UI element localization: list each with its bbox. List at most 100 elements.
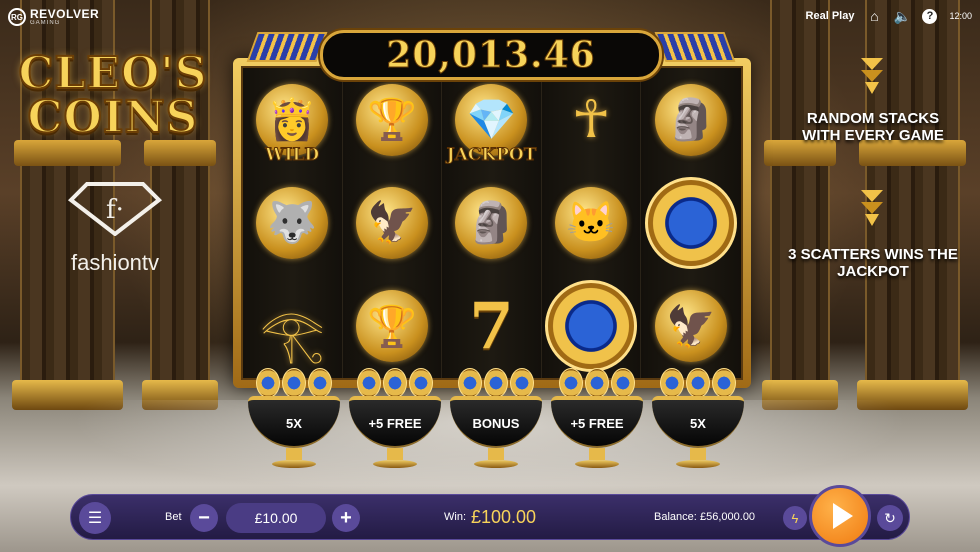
bowl-foot	[575, 460, 619, 468]
bonus-bowl: BONUS	[450, 368, 542, 476]
golden-chalice-icon: 🏆	[355, 290, 428, 363]
bowl-foot	[373, 460, 417, 468]
blue-gem-coin-icon	[645, 176, 738, 269]
eye-of-horus-icon: 𓂀	[259, 306, 325, 365]
bowl-stem	[488, 448, 504, 460]
bowl-label: +5 FREE	[570, 415, 624, 431]
reel-cell: 🏆	[343, 275, 442, 378]
pharaoh-icon: 🗿	[655, 83, 728, 156]
reel-cell: 💎 JACKPOT	[442, 68, 541, 171]
game-title-line1: CLEO'S	[17, 48, 208, 99]
reel-cell: 🦅	[641, 275, 741, 378]
partner-logo: f· fashiontv	[50, 180, 180, 276]
bet-label: Bet	[165, 511, 182, 523]
reel-frame: 👸 WILD 🐺 𓂀 🏆 🦅 🏆 💎 JACKPOT 🗿 7 ☥ 🐱 🗿 🦅	[233, 58, 751, 388]
provider-mark: RG	[8, 8, 26, 26]
reel-2: 🏆 🦅 🏆	[342, 68, 443, 378]
ankh-icon: ☥	[571, 90, 611, 149]
bet-value[interactable]: £10.00	[226, 503, 326, 533]
feature-info-stacks: RANDOM STACKS WITH EVERY GAME	[802, 110, 944, 144]
bonus-bowl: +5 FREE	[551, 368, 643, 476]
bonus-bowl: 5X	[652, 368, 744, 476]
spin-button[interactable]	[809, 485, 871, 547]
bowl-label: +5 FREE	[368, 415, 422, 431]
provider-sub: GAMING	[30, 19, 61, 26]
top-toolbar: Real Play ⌂ 🔈 ? 12:00	[805, 8, 972, 25]
chevron-down-icon	[861, 190, 883, 226]
reel-cell: 🐱	[542, 171, 641, 274]
bet-increase-button[interactable]: +	[332, 504, 360, 532]
bowl-cup: 5X	[248, 396, 340, 448]
reel-cell: ☥	[542, 68, 641, 171]
golden-chalice-icon: 🏆	[355, 83, 428, 156]
reel-cell	[542, 275, 641, 378]
autoplay-button[interactable]: ↻	[877, 505, 903, 531]
bowl-label: BONUS	[472, 415, 520, 431]
diamond-icon: f·	[67, 180, 163, 237]
provider-logo: RG REVOLVER GAMING	[8, 8, 99, 26]
control-bar: ☰ Bet − £10.00 + Win: £100.00 Balance: £…	[70, 485, 910, 547]
reel-cell	[641, 171, 741, 274]
symbol-caption: JACKPOT	[446, 145, 537, 166]
balance-label: Balance:	[654, 511, 697, 523]
game-logo: CLEO'S COINS	[17, 48, 208, 143]
horus-falcon-icon: 🦅	[655, 290, 728, 363]
reel-cell: 🗿	[641, 68, 741, 171]
reel-cell: 👸 WILD	[243, 68, 342, 171]
pharaoh-icon: 🗿	[455, 186, 528, 259]
bowl-foot	[272, 460, 316, 468]
reel-cell: 🐺	[243, 171, 342, 274]
reel-cell: 🗿	[442, 171, 541, 274]
help-icon[interactable]: ?	[922, 8, 938, 24]
turbo-icon[interactable]: ϟ	[783, 506, 807, 530]
horus-falcon-icon: 🦅	[355, 186, 428, 259]
left-wing-ornament	[246, 32, 328, 62]
reel-cell: 7	[442, 275, 541, 378]
right-wing-ornament	[654, 32, 736, 62]
bowl-stem	[690, 448, 706, 460]
bowl-label: 5X	[286, 415, 302, 431]
pillar-right-inner	[762, 0, 838, 410]
bowl-cup: +5 FREE	[349, 396, 441, 448]
bowl-foot	[474, 460, 518, 468]
reel-5: 🗿 🦅	[641, 68, 741, 378]
partner-mark: f·	[106, 195, 124, 225]
blue-gem-coin-icon	[545, 280, 638, 373]
jackpot-banner: 20,013.46	[320, 30, 662, 80]
win-value: £100.00	[471, 506, 537, 527]
bonus-bowls: 5X +5 FREE BONUS +5 FREE 5X	[248, 368, 744, 476]
anubis-icon: 🐺	[256, 186, 329, 259]
provider-name: REVOLVER	[30, 6, 100, 21]
reel-cell: 🏆	[343, 68, 442, 171]
reel-cell: 🦅	[343, 171, 442, 274]
win-label: Win:	[444, 511, 466, 523]
balance-value: £56,000.00	[700, 511, 756, 523]
reel-1: 👸 WILD 🐺 𓂀	[243, 68, 343, 378]
reel-grid: 👸 WILD 🐺 𓂀 🏆 🦅 🏆 💎 JACKPOT 🗿 7 ☥ 🐱 🗿 🦅	[241, 66, 743, 380]
game-title-line2: COINS	[27, 92, 199, 143]
bowl-label: 5X	[690, 415, 706, 431]
jackpot-amount: 20,013.46	[386, 34, 596, 77]
bowl-foot	[676, 460, 720, 468]
menu-button[interactable]: ☰	[79, 502, 111, 534]
partner-label: fashiontv	[70, 250, 160, 275]
bowl-cup: BONUS	[450, 396, 542, 448]
bowl-cup: 5X	[652, 396, 744, 448]
home-icon[interactable]: ⌂	[866, 8, 882, 24]
bowl-stem	[387, 448, 403, 460]
bet-decrease-button[interactable]: −	[190, 504, 218, 532]
bonus-bowl: +5 FREE	[349, 368, 441, 476]
reel-cell: 𓂀	[243, 275, 342, 378]
play-mode-label: Real Play	[805, 10, 855, 22]
bowl-cup: +5 FREE	[551, 396, 643, 448]
symbol-caption: WILD	[265, 145, 320, 166]
seven-icon: 7	[469, 288, 514, 364]
chevron-down-icon	[861, 58, 883, 94]
bowl-stem	[589, 448, 605, 460]
bastet-cat-icon: 🐱	[555, 186, 628, 259]
bowl-stem	[286, 448, 302, 460]
clock: 12:00	[949, 11, 972, 21]
sound-icon[interactable]: 🔈	[894, 8, 911, 24]
reel-3: 💎 JACKPOT 🗿 7	[442, 68, 542, 378]
play-icon	[833, 503, 853, 529]
